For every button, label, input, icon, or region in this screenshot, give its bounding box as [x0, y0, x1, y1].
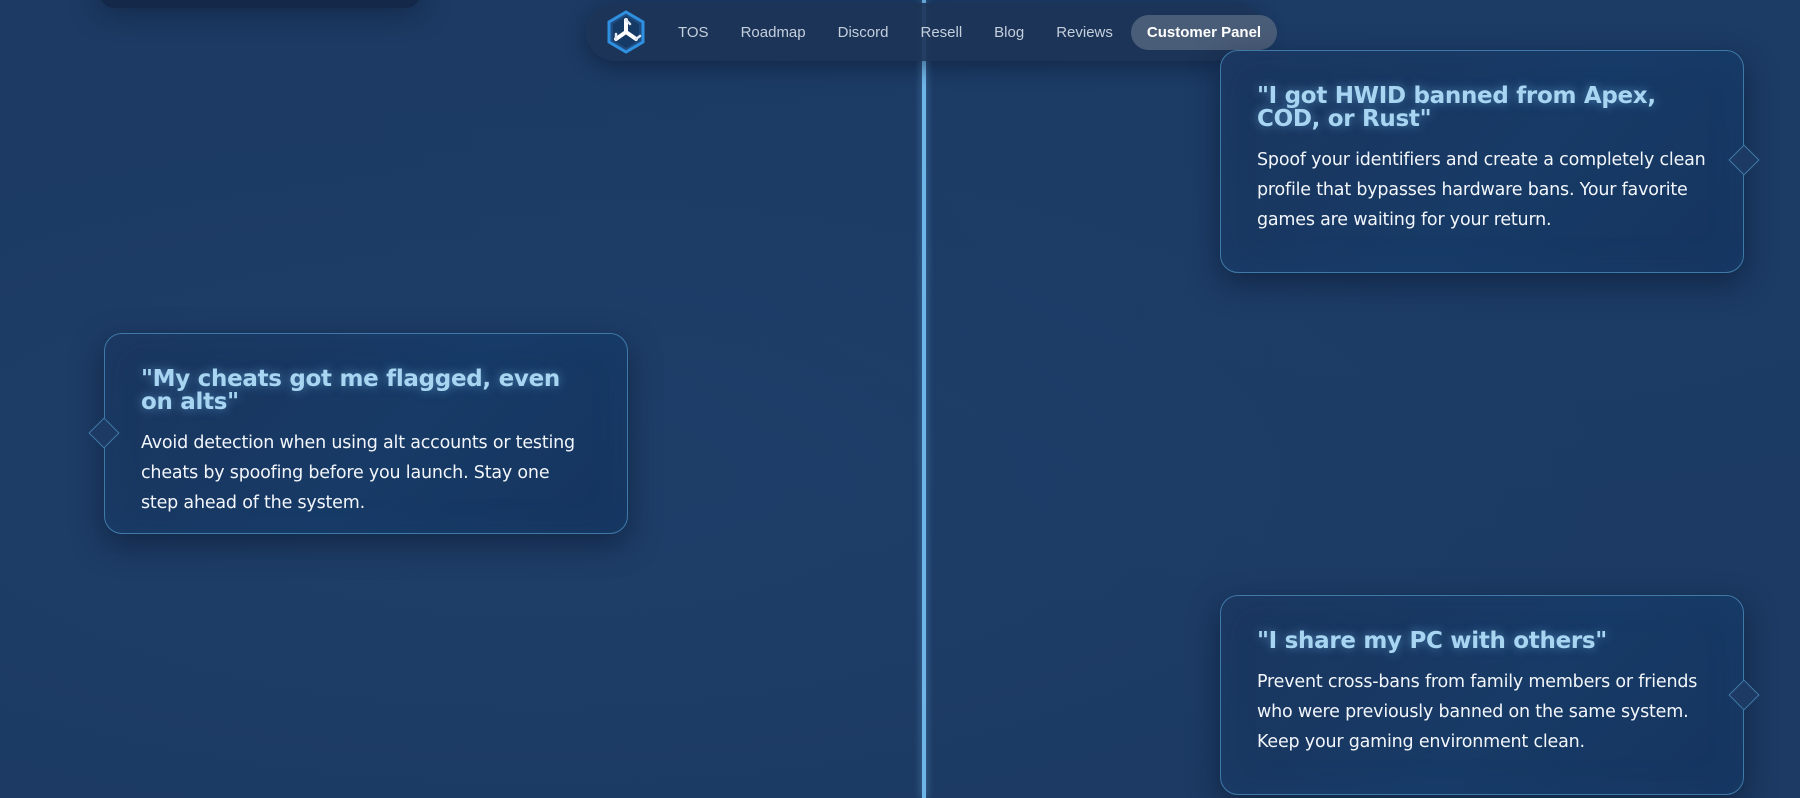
nav-link-discord[interactable]: Discord: [822, 16, 905, 49]
timeline-line: [922, 0, 926, 798]
nav-link-blog[interactable]: Blog: [978, 16, 1040, 49]
card-title: "I share my PC with others": [1257, 628, 1607, 654]
navbar: TOS Roadmap Discord Resell Blog Reviews …: [586, 3, 1278, 61]
top-section-edge: [100, 0, 420, 8]
card-body: Prevent cross-bans from family members o…: [1257, 672, 1698, 752]
timeline-marker-diamond-icon: [1728, 679, 1760, 711]
nav-link-roadmap[interactable]: Roadmap: [725, 16, 822, 49]
timeline-marker-diamond-icon: [88, 417, 120, 449]
card-title: "My cheats got me flagged, even on alts": [141, 366, 560, 415]
nav-link-tos[interactable]: TOS: [662, 16, 725, 49]
card-body: Spoof your identifiers and create a comp…: [1257, 150, 1706, 230]
timeline-card-flagged-alts: "My cheats got me flagged, even on alts"…: [88, 333, 628, 534]
nav-link-resell[interactable]: Resell: [904, 16, 978, 49]
timeline-marker-diamond-icon: [1728, 144, 1760, 176]
timeline-card-shared-pc: "I share my PC with others" Prevent cros…: [1220, 595, 1760, 795]
timeline-card-hwid-ban: "I got HWID banned from Apex, COD, or Ru…: [1220, 50, 1760, 273]
card-body: Avoid detection when using alt accounts …: [141, 433, 575, 513]
nav-link-reviews[interactable]: Reviews: [1040, 16, 1129, 49]
customer-panel-button[interactable]: Customer Panel: [1130, 14, 1278, 50]
card-title: "I got HWID banned from Apex, COD, or Ru…: [1257, 83, 1656, 132]
cube-logo-icon[interactable]: [604, 10, 648, 54]
